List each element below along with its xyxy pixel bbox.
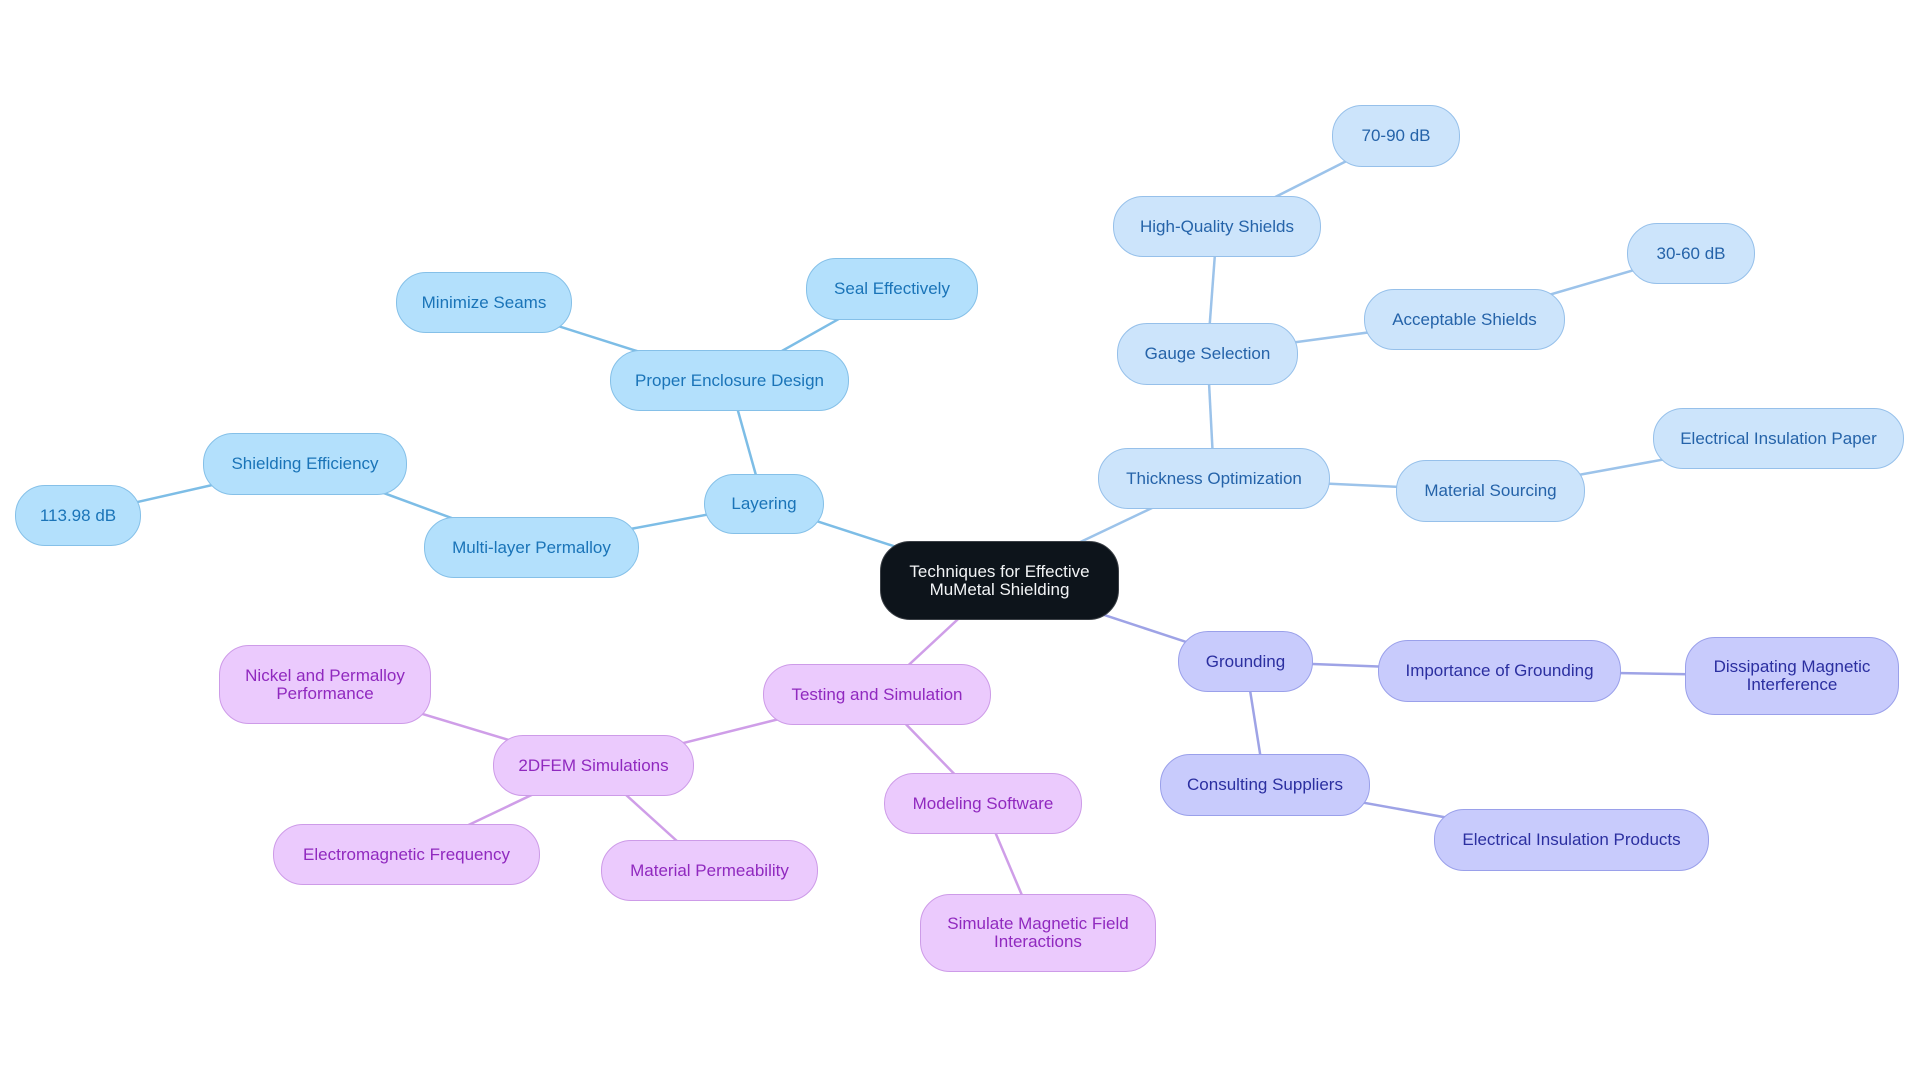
node-label-line: Interactions bbox=[994, 932, 1082, 951]
node-label-line: Shielding Efficiency bbox=[231, 454, 379, 473]
node-label: Thickness Optimization bbox=[1126, 468, 1302, 488]
node-label: Material Permeability bbox=[630, 860, 789, 880]
node-label: Electrical Insulation Paper bbox=[1680, 428, 1877, 448]
node-label: Testing and Simulation bbox=[791, 684, 963, 704]
node-layering[interactable]: Layering bbox=[704, 474, 824, 534]
node-label-line: Performance bbox=[276, 683, 374, 703]
node-label-line: 30-60 dB bbox=[1656, 243, 1726, 263]
node-label-line: High-Quality Shields bbox=[1139, 216, 1294, 236]
node-label-line: Acceptable Shields bbox=[1392, 309, 1537, 329]
node-label: Multi-layer Permalloy bbox=[452, 537, 611, 557]
node-nickel-and-permalloy-performance[interactable]: Nickel and Permalloy Performance bbox=[219, 645, 431, 724]
node-label-line: Consulting Suppliers bbox=[1187, 775, 1343, 794]
root-node[interactable]: Techniques for Effective MuMetal Shieldin… bbox=[880, 541, 1119, 620]
node-proper-enclosure-design[interactable]: Proper Enclosure Design bbox=[610, 350, 849, 411]
node-label: 30-60 dB bbox=[1656, 243, 1726, 263]
node-label-line: Modeling Software bbox=[912, 793, 1054, 813]
node-label: High-Quality Shields bbox=[1139, 216, 1294, 236]
node-gauge-selection[interactable]: Gauge Selection bbox=[1117, 323, 1298, 385]
node-label: Modeling Software bbox=[912, 793, 1054, 813]
node-label: Consulting Suppliers bbox=[1187, 776, 1343, 794]
node-label-line: Proper Enclosure Design bbox=[635, 370, 824, 390]
node-label-line: Importance of Grounding bbox=[1405, 661, 1594, 680]
node-label: Techniques for Effective MuMetal Shieldin… bbox=[909, 561, 1090, 599]
node-label: Dissipating Magnetic Interference bbox=[1714, 658, 1871, 694]
node-label: Simulate Magnetic Field Interactions bbox=[947, 915, 1128, 951]
node-label: Minimize Seams bbox=[421, 292, 547, 312]
node-label: 70-90 dB bbox=[1362, 127, 1431, 145]
node-label: Shielding Efficiency bbox=[231, 455, 378, 473]
mind-map: Techniques for Effective MuMetal Shieldin… bbox=[0, 0, 1920, 1083]
node-label-line: Material Permeability bbox=[630, 860, 789, 880]
node-modeling-software[interactable]: Modeling Software bbox=[884, 773, 1082, 834]
node-high-quality-shields[interactable]: High-Quality Shields bbox=[1113, 196, 1321, 257]
node-db-113[interactable]: 113.98 dB bbox=[15, 485, 141, 546]
node-label-line: Minimize Seams bbox=[421, 292, 547, 312]
node-label-line: Electromagnetic Frequency bbox=[303, 844, 510, 864]
node-thickness-optimization[interactable]: Thickness Optimization bbox=[1098, 448, 1330, 509]
node-label-line: Multi-layer Permalloy bbox=[452, 537, 611, 557]
node-label-line: Layering bbox=[731, 494, 797, 513]
node-label: Nickel and Permalloy Performance bbox=[245, 665, 405, 703]
node-material-permeability[interactable]: Material Permeability bbox=[601, 840, 818, 901]
node-label: Electrical Insulation Products bbox=[1462, 831, 1680, 849]
node-grounding[interactable]: Grounding bbox=[1178, 631, 1313, 692]
node-label-line: Electrical Insulation Paper bbox=[1680, 428, 1877, 448]
node-label: 113.98 dB bbox=[39, 505, 117, 525]
node-material-sourcing[interactable]: Material Sourcing bbox=[1396, 460, 1585, 522]
node-label-line: Electrical Insulation Products bbox=[1462, 830, 1681, 849]
node-simulate-magnetic-field-interactions[interactable]: Simulate Magnetic Field Interactions bbox=[920, 894, 1156, 972]
node-consulting-suppliers[interactable]: Consulting Suppliers bbox=[1160, 754, 1370, 816]
node-electrical-insulation-paper[interactable]: Electrical Insulation Paper bbox=[1653, 408, 1904, 469]
node-label: 2DFEM Simulations bbox=[518, 755, 669, 775]
node-label: Gauge Selection bbox=[1145, 345, 1271, 363]
node-shielding-efficiency[interactable]: Shielding Efficiency bbox=[203, 433, 407, 495]
node-2dfem-simulations[interactable]: 2DFEM Simulations bbox=[493, 735, 694, 796]
node-db-70-90[interactable]: 70-90 dB bbox=[1332, 105, 1460, 167]
node-label-line: Techniques for Effective bbox=[909, 561, 1090, 581]
node-label-line: 70-90 dB bbox=[1361, 126, 1431, 145]
node-db-30-60[interactable]: 30-60 dB bbox=[1627, 223, 1755, 284]
node-label-line: Nickel and Permalloy bbox=[245, 665, 405, 685]
node-label-line: Testing and Simulation bbox=[791, 684, 963, 704]
node-label-line: 113.98 dB bbox=[39, 505, 117, 525]
node-label-line: Seal Effectively bbox=[834, 279, 950, 298]
node-label-line: Dissipating Magnetic bbox=[1713, 657, 1871, 676]
node-electromagnetic-frequency[interactable]: Electromagnetic Frequency bbox=[273, 824, 540, 885]
node-label-line: MuMetal Shielding bbox=[929, 579, 1070, 599]
node-label-line: Thickness Optimization bbox=[1126, 468, 1302, 488]
node-acceptable-shields[interactable]: Acceptable Shields bbox=[1364, 289, 1565, 350]
node-label: Seal Effectively bbox=[834, 280, 950, 298]
node-label: Layering bbox=[731, 495, 796, 513]
node-importance-of-grounding[interactable]: Importance of Grounding bbox=[1378, 640, 1621, 702]
node-label-line: Gauge Selection bbox=[1144, 344, 1271, 363]
node-testing-and-simulation[interactable]: Testing and Simulation bbox=[763, 664, 991, 725]
node-label-line: Material Sourcing bbox=[1424, 481, 1557, 500]
node-dissipating-magnetic-interference[interactable]: Dissipating Magnetic Interference bbox=[1685, 637, 1899, 715]
node-label-line: Simulate Magnetic Field bbox=[947, 914, 1129, 933]
node-minimize-seams[interactable]: Minimize Seams bbox=[396, 272, 572, 333]
node-label: Acceptable Shields bbox=[1392, 309, 1537, 329]
node-label: Grounding bbox=[1205, 651, 1286, 671]
node-label: Importance of Grounding bbox=[1405, 662, 1593, 680]
node-label-line: Grounding bbox=[1205, 651, 1286, 671]
node-electrical-insulation-products[interactable]: Electrical Insulation Products bbox=[1434, 809, 1709, 871]
node-multi-layer-permalloy[interactable]: Multi-layer Permalloy bbox=[424, 517, 639, 578]
node-label: Proper Enclosure Design bbox=[635, 370, 824, 390]
node-seal-effectively[interactable]: Seal Effectively bbox=[806, 258, 978, 320]
node-label-line: 2DFEM Simulations bbox=[518, 755, 669, 775]
node-label-line: Interference bbox=[1746, 675, 1838, 694]
node-label: Electromagnetic Frequency bbox=[303, 844, 510, 864]
node-label: Material Sourcing bbox=[1424, 482, 1556, 500]
